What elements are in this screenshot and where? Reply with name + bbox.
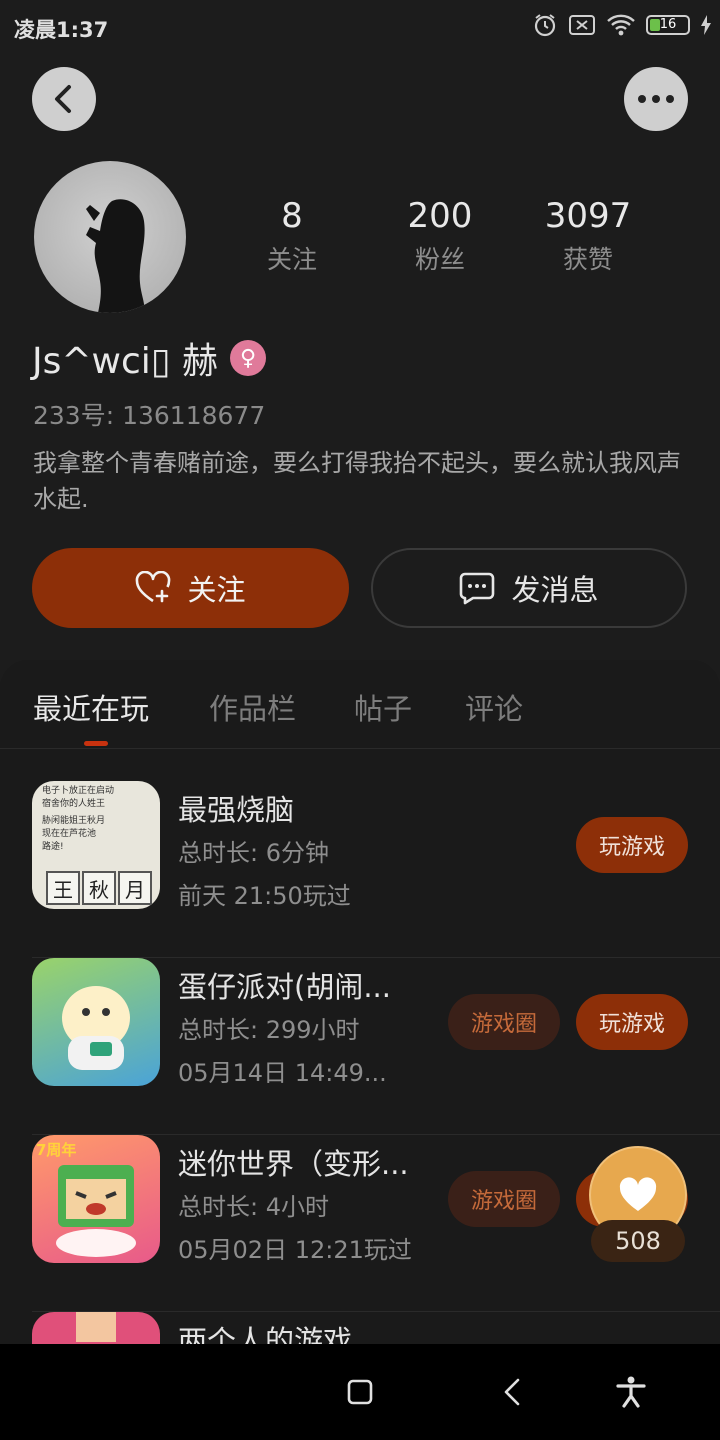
game-title: 迷你世界（变形... — [178, 1147, 409, 1181]
game-circle-button[interactable]: 游戏圈 — [448, 1171, 560, 1227]
accessibility-icon — [616, 1376, 646, 1408]
following-label: 关注 — [266, 245, 317, 274]
followers-count: 200 — [407, 196, 473, 236]
more-icon — [638, 95, 674, 103]
sim-off-icon — [569, 15, 595, 35]
game-duration: 总时长: 6分钟 — [178, 839, 329, 867]
wifi-icon — [607, 14, 635, 36]
game-last-played: 05月14日 14:49... — [178, 1059, 387, 1087]
likes-count: 3097 — [544, 196, 632, 236]
back-arrow-icon — [504, 1378, 520, 1406]
accessibility-button[interactable] — [613, 1374, 649, 1410]
username-row: Js^wci▯ 赫 ♀ — [32, 332, 267, 384]
game-item[interactable]: 电子卜放正在启动 宿舍你的人姓王 胁闲能姐王秋月 现在在芦花池 路途! 王 秋 月 最强… — [32, 781, 720, 958]
game-icon-chars: 王 秋 月 — [46, 871, 152, 905]
battery-level: 16 — [659, 17, 677, 32]
avatar-silhouette — [86, 199, 145, 313]
game-title: 蛋仔派对(胡闹... — [178, 970, 391, 1004]
square-icon — [347, 1379, 373, 1405]
recent-apps-button[interactable] — [342, 1374, 378, 1410]
tab-comments[interactable]: 评论 — [465, 686, 523, 728]
game-icon-eggy-party — [32, 958, 160, 1086]
system-nav-bar — [0, 1344, 720, 1440]
user-bio: 我拿整个青春赌前途，要么打得我抬不起头，要么就认我风声水起. — [33, 449, 681, 513]
user-id: 233号: 136118677 — [33, 401, 266, 430]
following-count: 8 — [281, 196, 303, 236]
game-title: 最强烧脑 — [178, 793, 295, 827]
game-circle-button[interactable]: 游戏圈 — [448, 994, 560, 1050]
tab-recent-played[interactable]: 最近在玩 — [33, 686, 149, 728]
game-duration: 总时长: 299小时 — [178, 1016, 360, 1044]
play-game-button[interactable]: 玩游戏 — [576, 994, 688, 1050]
avatar[interactable] — [34, 161, 186, 313]
play-game-button[interactable]: 玩游戏 — [576, 817, 688, 873]
game-icon-text: 电子卜放正在启动 宿舍你的人姓王 胁闲能姐王秋月 现在在芦花池 路途! — [42, 786, 115, 852]
stat-followers[interactable]: 200 粉丝 — [380, 196, 500, 276]
heart-plus-icon — [136, 571, 171, 603]
chevron-left-icon — [55, 85, 71, 113]
game-item[interactable]: 蛋仔派对(胡闹... 总时长: 299小时 05月14日 14:49... 游戏… — [32, 958, 720, 1135]
tab-posts[interactable]: 帖子 — [354, 686, 412, 728]
battery-indicator: 16 — [646, 15, 690, 35]
game-duration: 总时长: 4小时 — [178, 1193, 329, 1221]
like-count: 508 — [591, 1220, 685, 1262]
tab-bar: 最近在玩 作品栏 帖子 评论 — [0, 660, 720, 749]
message-button[interactable]: 发消息 — [371, 548, 687, 628]
game-last-played: 前天 21:50玩过 — [178, 882, 351, 910]
status-bar: 凌晨1:37 16 — [0, 0, 720, 56]
game-icon-two-players — [32, 1312, 160, 1344]
chat-icon — [460, 572, 495, 605]
game-icon-mini-world: 7周年 — [32, 1135, 160, 1263]
alarm-icon — [534, 14, 556, 37]
female-icon: ♀ — [230, 340, 267, 376]
stat-following[interactable]: 8 关注 — [232, 196, 352, 276]
game-title: 两个人的游戏 — [178, 1324, 353, 1344]
game-icon-brain: 电子卜放正在启动 宿舍你的人姓王 胁闲能姐王秋月 现在在芦花池 路途! 王 秋 月 — [32, 781, 160, 909]
charging-icon — [701, 15, 711, 35]
stat-likes[interactable]: 3097 获赞 — [528, 196, 648, 276]
system-back-button[interactable] — [494, 1374, 530, 1410]
status-icons: 16 — [532, 12, 712, 38]
anniversary-badge: 7周年 — [36, 1141, 77, 1159]
username: Js^wci▯ 赫 — [32, 341, 219, 382]
tab-works[interactable]: 作品栏 — [209, 686, 296, 728]
followers-label: 粉丝 — [414, 245, 465, 274]
follow-button[interactable]: 关注 — [32, 548, 349, 628]
more-options-button[interactable] — [624, 67, 688, 131]
likes-label: 获赞 — [562, 245, 613, 274]
status-time: 凌晨1:37 — [14, 18, 109, 42]
message-label: 发消息 — [511, 573, 599, 607]
back-button[interactable] — [32, 67, 96, 131]
heart-icon — [619, 1177, 657, 1211]
game-last-played: 05月02日 12:21玩过 — [178, 1236, 412, 1264]
game-item[interactable]: 两个人的游戏 — [32, 1312, 720, 1344]
tab-indicator — [84, 741, 108, 746]
eggy-character — [62, 986, 130, 1070]
follow-label: 关注 — [187, 573, 246, 607]
